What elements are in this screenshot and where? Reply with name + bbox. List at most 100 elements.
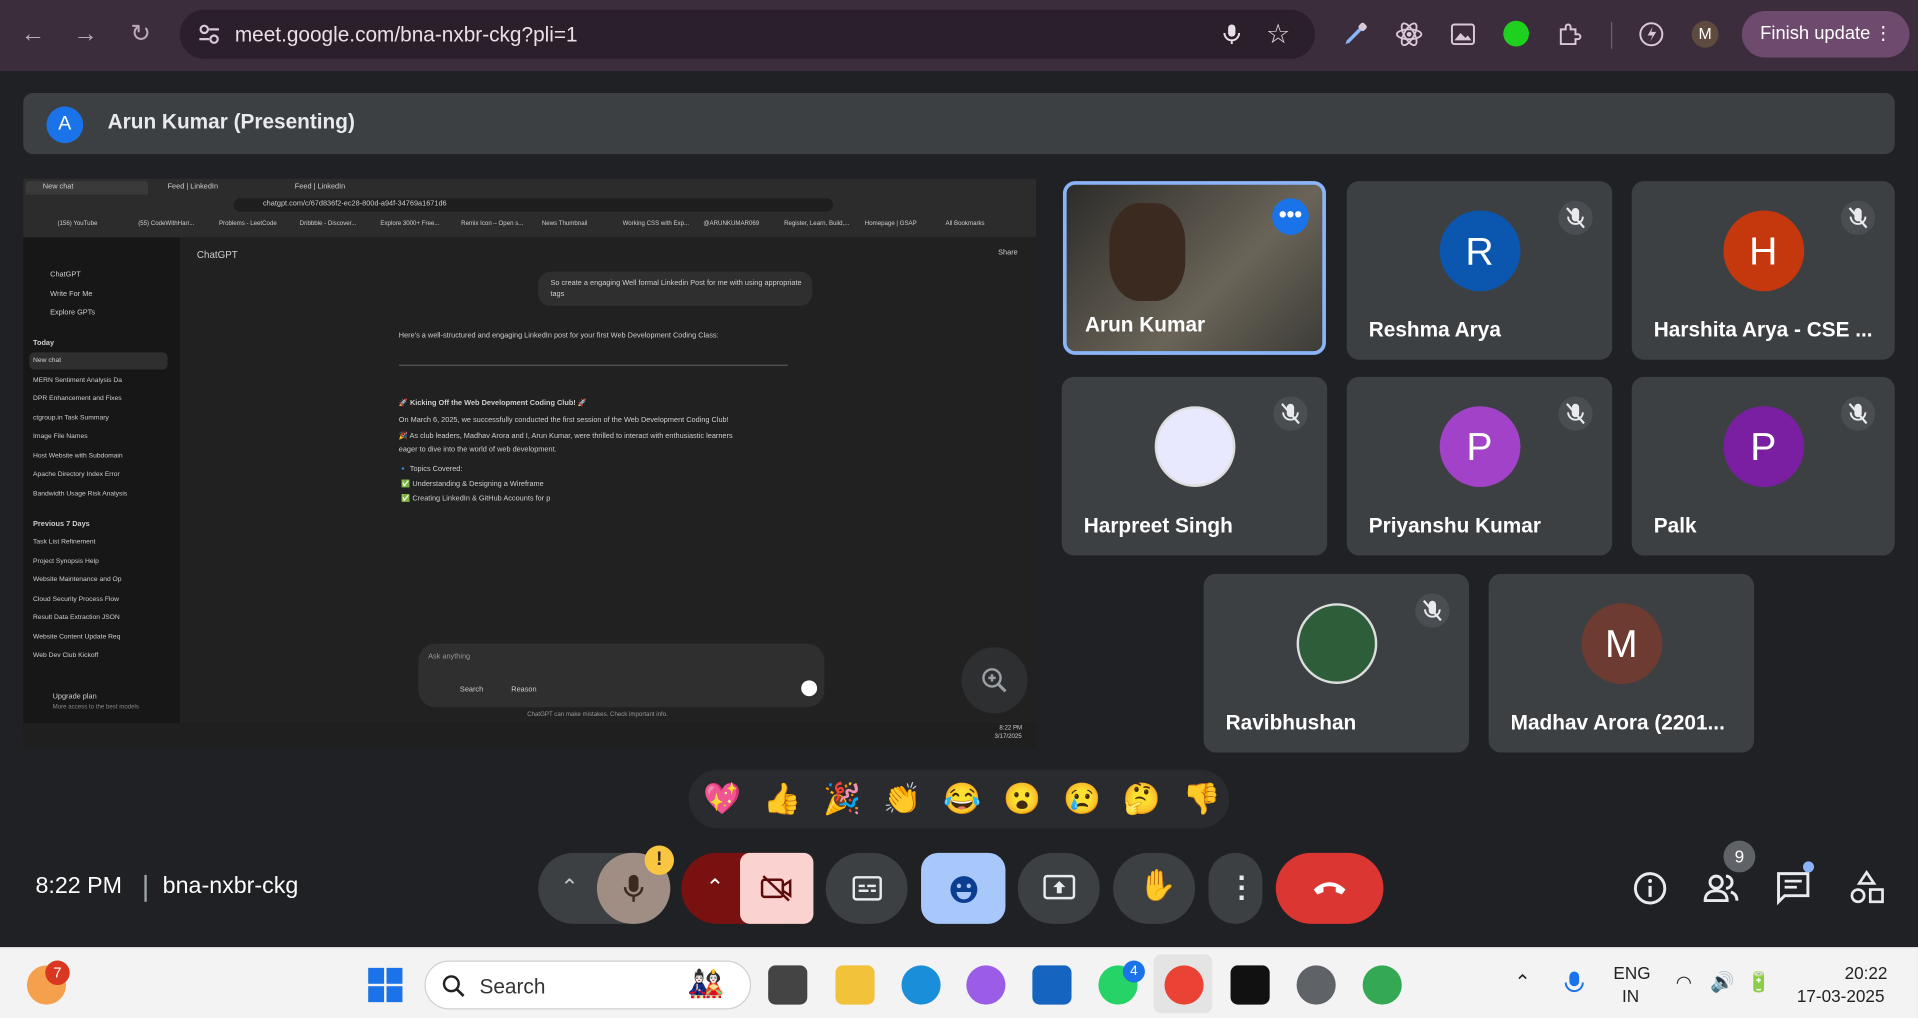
post-line3: eager to dive into the world of web deve… xyxy=(398,446,557,454)
reactions-button[interactable] xyxy=(921,852,1006,924)
chat-icon[interactable] xyxy=(1774,869,1813,908)
activities-icon[interactable] xyxy=(1847,869,1886,908)
muted-mic-icon xyxy=(1415,593,1450,628)
shared-screen[interactable]: New chat Feed | LinkedIn Feed | LinkedIn… xyxy=(23,178,1037,748)
reaction-emoji[interactable]: 👍 xyxy=(763,782,801,816)
lang-eng[interactable]: ENG xyxy=(1613,963,1650,983)
forward-icon[interactable]: → xyxy=(70,18,102,50)
more-options-icon[interactable]: ••• xyxy=(1272,198,1309,235)
performance-icon[interactable] xyxy=(1637,20,1666,49)
present-screen-icon xyxy=(1043,874,1076,900)
battery-icon[interactable]: 🔋 xyxy=(1747,970,1771,994)
settings-gear-icon[interactable] xyxy=(1296,965,1336,1005)
chrome-profile-icon[interactable] xyxy=(1362,965,1402,1005)
shared-bookmark: Dribbble - Discover... xyxy=(299,220,357,228)
sidebar-chat-item: Web Dev Club Kickoff xyxy=(33,652,99,660)
participant-tile[interactable]: R Reshma Arya xyxy=(1346,181,1613,360)
site-info-icon[interactable] xyxy=(197,22,221,46)
participant-video xyxy=(1109,203,1186,302)
hang-up-icon xyxy=(1313,882,1346,895)
hand-icon: ✋ xyxy=(1138,868,1177,904)
lang-in[interactable]: IN xyxy=(1622,986,1639,1006)
chevron-up-icon[interactable]: ⌃ xyxy=(706,875,724,901)
participant-avatar xyxy=(1154,406,1235,487)
presenter-bar: A Arun Kumar (Presenting) xyxy=(23,92,1895,155)
reload-icon[interactable]: ↻ xyxy=(125,18,157,50)
participant-tile[interactable]: H Harshita Arya - CSE ... xyxy=(1631,181,1895,360)
bookmark-star-icon[interactable]: ☆ xyxy=(1266,18,1290,50)
copilot-icon[interactable] xyxy=(966,965,1006,1005)
user-message: So create a engaging Well formal Linkedi… xyxy=(550,280,802,299)
store-icon[interactable] xyxy=(1032,965,1072,1005)
chevron-up-icon[interactable]: ⌃ xyxy=(560,875,578,901)
reaction-emoji[interactable]: 🎉 xyxy=(823,782,861,816)
sidebar-chat-item: Website Maintenance and Op xyxy=(33,576,122,584)
reaction-emoji[interactable]: 👏 xyxy=(883,782,921,816)
holi-graphic-icon: 🎎 xyxy=(687,967,725,1001)
participant-tile[interactable]: P Priyanshu Kumar xyxy=(1346,376,1613,556)
back-icon[interactable]: ← xyxy=(17,18,49,50)
reaction-emoji[interactable]: 😂 xyxy=(943,782,981,816)
sidebar-chat-item: Website Content Update Req xyxy=(33,633,121,641)
participant-avatar xyxy=(1295,603,1377,684)
zoom-in-button[interactable] xyxy=(961,647,1028,714)
toolbar-divider xyxy=(1610,22,1613,49)
muted-mic-icon xyxy=(1558,396,1593,431)
edge-icon[interactable] xyxy=(901,965,941,1005)
captions-button[interactable] xyxy=(825,852,908,924)
participant-tile[interactable]: Ravibhushan xyxy=(1203,573,1470,753)
image-extension-icon[interactable] xyxy=(1448,20,1477,49)
taskbar-date[interactable]: 17-03-2025 xyxy=(1797,986,1885,1006)
raise-hand-button[interactable]: ✋ xyxy=(1113,852,1196,924)
search-label: Search xyxy=(479,975,546,999)
windows-start-icon[interactable] xyxy=(366,965,405,1004)
task-view-icon[interactable] xyxy=(768,965,808,1005)
shared-tab-2: Feed | LinkedIn xyxy=(167,183,219,191)
sidebar-chat-item: Task List Refinement xyxy=(33,538,96,546)
chatgpt-input: Ask anything Search Reason xyxy=(418,643,825,708)
participant-avatar: P xyxy=(1722,406,1804,487)
participant-name: Reshma Arya xyxy=(1368,318,1501,342)
participant-tile[interactable]: Harpreet Singh xyxy=(1061,376,1328,556)
microphone-tray-icon[interactable] xyxy=(1563,970,1585,997)
participant-tile[interactable]: P Palk xyxy=(1631,376,1895,556)
show-hidden-icons-chevron-icon[interactable]: ⌃ xyxy=(1514,970,1530,994)
participant-tile[interactable]: ••• Arun Kumar xyxy=(1062,181,1326,355)
reaction-emoji[interactable]: 👎 xyxy=(1183,782,1221,816)
address-bar[interactable]: meet.google.com/bna-nxbr-ckg?pli=1 ☆ xyxy=(179,9,1315,59)
shared-browser-chrome: New chat Feed | LinkedIn Feed | LinkedIn… xyxy=(23,178,1037,238)
file-explorer-icon[interactable] xyxy=(835,965,875,1005)
finish-update-button[interactable]: Finish update ⋮ xyxy=(1741,11,1910,58)
taskbar-time[interactable]: 20:22 xyxy=(1845,963,1888,983)
sidebar-chat-item: Image File Names xyxy=(33,433,88,441)
react-devtools-icon[interactable] xyxy=(1394,20,1423,49)
camera-off-button[interactable] xyxy=(740,852,814,924)
profile-avatar[interactable]: M xyxy=(1691,20,1719,48)
post-topic2: ✅ Creating LinkedIn & GitHub Accounts fo… xyxy=(401,495,551,503)
shared-bookmark: Working CSS with Exp... xyxy=(622,220,690,228)
reaction-emoji[interactable]: 😮 xyxy=(1003,782,1041,816)
meeting-info-icon[interactable] xyxy=(1631,869,1670,908)
more-options-button[interactable]: ⋮ xyxy=(1208,852,1263,924)
reaction-emoji[interactable]: 🤔 xyxy=(1123,782,1161,816)
extensions-puzzle-icon[interactable] xyxy=(1556,20,1585,49)
presenter-avatar: A xyxy=(46,106,84,144)
eyedropper-icon[interactable] xyxy=(1341,20,1370,49)
people-icon[interactable] xyxy=(1701,869,1740,908)
chrome-icon[interactable] xyxy=(1164,965,1204,1005)
participant-tile[interactable]: M Madhav Arora (2201... xyxy=(1488,573,1755,753)
taskbar-search[interactable]: Search 🎎 xyxy=(424,960,752,1010)
status-green-dot-icon[interactable] xyxy=(1503,20,1529,47)
microphone-icon[interactable] xyxy=(1220,22,1244,46)
reaction-emoji[interactable]: 😢 xyxy=(1063,782,1101,816)
reaction-emoji[interactable]: 💖 xyxy=(703,782,741,816)
present-screen-button[interactable] xyxy=(1017,852,1100,924)
spotify-like-app-icon[interactable] xyxy=(1230,965,1270,1005)
leave-call-button[interactable] xyxy=(1275,852,1384,924)
sidebar-chat-item: Result Data Extraction JSON xyxy=(33,614,120,622)
post-topics: 🔹 Topics Covered: xyxy=(398,466,463,474)
participant-avatar: P xyxy=(1439,406,1520,487)
chatgpt-share: Share xyxy=(998,249,1018,257)
wifi-icon[interactable]: ◠ xyxy=(1676,972,1692,994)
volume-icon[interactable]: 🔊 xyxy=(1710,970,1734,994)
